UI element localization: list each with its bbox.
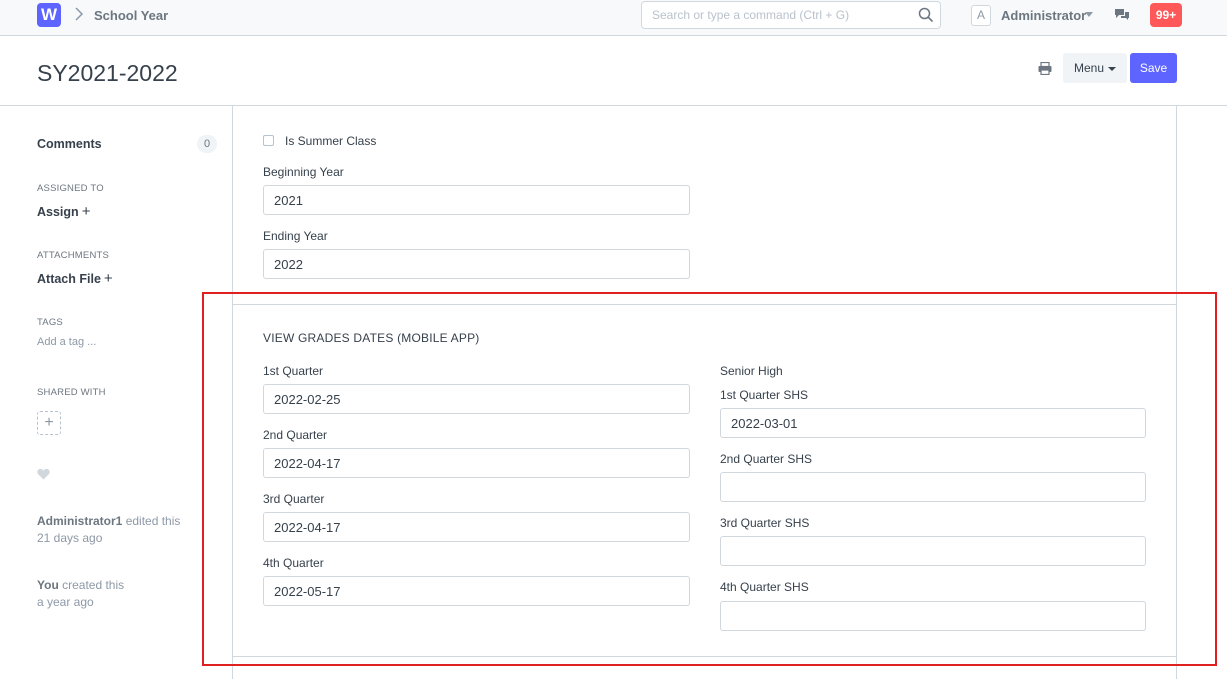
summer-class-label: Is Summer Class: [285, 134, 377, 148]
shs-quarter-3-input[interactable]: [720, 536, 1146, 566]
save-button[interactable]: Save: [1130, 53, 1177, 83]
activity-action: edited this: [122, 514, 181, 528]
chat-icon[interactable]: [1114, 8, 1130, 27]
navbar: W School Year A Administrator 99+: [0, 0, 1227, 36]
heart-icon[interactable]: [37, 467, 50, 485]
senior-high-heading: Senior High: [720, 364, 783, 378]
activity-time: a year ago: [37, 595, 94, 609]
plus-icon: +: [103, 270, 113, 287]
avatar[interactable]: A: [971, 5, 991, 26]
search-bar[interactable]: [641, 1, 941, 29]
tags-label: TAGS: [37, 317, 63, 328]
quarter-label: 2nd Quarter: [263, 428, 328, 442]
page-title: SY2021-2022: [37, 60, 178, 86]
ending-year-input[interactable]: [263, 249, 690, 279]
assigned-to-label: ASSIGNED TO: [37, 183, 104, 194]
activity-item: You created this a year ago: [37, 577, 124, 611]
quarter-2-input[interactable]: [263, 448, 690, 478]
print-icon[interactable]: [1038, 61, 1052, 80]
search-input[interactable]: [642, 2, 912, 28]
shs-quarter-label: 4th Quarter SHS: [720, 580, 809, 594]
attachments-label: ATTACHMENTS: [37, 250, 110, 261]
form-border: [1176, 106, 1177, 679]
activity-item: Administrator1 edited this 21 days ago: [37, 513, 180, 547]
shs-quarter-label: 3rd Quarter SHS: [720, 516, 810, 530]
activity-time: 21 days ago: [37, 531, 103, 545]
search-icon[interactable]: [918, 7, 934, 28]
add-tag-link[interactable]: Add a tag ...: [37, 336, 96, 348]
beginning-year-label: Beginning Year: [263, 165, 344, 179]
chevron-right-icon: [74, 6, 84, 25]
activity-actor[interactable]: You: [37, 578, 59, 592]
caret-down-icon: [1108, 66, 1117, 71]
shs-quarter-label: 1st Quarter SHS: [720, 388, 809, 402]
assign-button[interactable]: Assign +: [37, 203, 90, 220]
beginning-year-input[interactable]: [263, 185, 690, 215]
quarter-4-input[interactable]: [263, 576, 690, 606]
menu-button[interactable]: Menu: [1063, 53, 1127, 83]
notification-badge[interactable]: 99+: [1150, 3, 1182, 27]
quarter-label: 4th Quarter: [263, 556, 324, 570]
attach-file-button[interactable]: Attach File +: [37, 270, 113, 287]
app-logo[interactable]: W: [37, 3, 61, 27]
activity-actor[interactable]: Administrator1: [37, 514, 122, 528]
quarter-label: 1st Quarter: [263, 364, 324, 378]
shs-quarter-4-input[interactable]: [720, 601, 1146, 631]
shs-quarter-label: 2nd Quarter SHS: [720, 452, 813, 466]
caret-down-icon[interactable]: [1085, 12, 1093, 17]
attach-file-label: Attach File: [37, 272, 101, 286]
plus-icon: +: [81, 203, 91, 220]
user-menu[interactable]: Administrator: [1001, 8, 1086, 23]
quarter-label: 3rd Quarter: [263, 492, 325, 506]
quarter-1-input[interactable]: [263, 384, 690, 414]
add-share-button[interactable]: +: [37, 411, 61, 435]
quarter-3-input[interactable]: [263, 512, 690, 542]
comments-label[interactable]: Comments: [37, 137, 102, 151]
section-divider: [232, 304, 1177, 305]
shared-with-label: SHARED WITH: [37, 387, 106, 398]
form-border: [232, 106, 233, 679]
ending-year-label: Ending Year: [263, 229, 328, 243]
breadcrumb[interactable]: School Year: [94, 8, 168, 23]
page-head: SY2021-2022 Menu Save: [0, 36, 1227, 106]
menu-button-label: Menu: [1074, 61, 1105, 75]
activity-action: created this: [58, 578, 125, 592]
shs-quarter-1-input[interactable]: [720, 408, 1146, 438]
summer-class-checkbox[interactable]: [263, 135, 274, 146]
shs-quarter-2-input[interactable]: [720, 472, 1146, 502]
comments-count-badge: 0: [197, 135, 217, 153]
section-title: VIEW GRADES DATES (MOBILE APP): [263, 331, 480, 345]
section-divider: [232, 656, 1177, 657]
assign-label: Assign: [37, 205, 79, 219]
